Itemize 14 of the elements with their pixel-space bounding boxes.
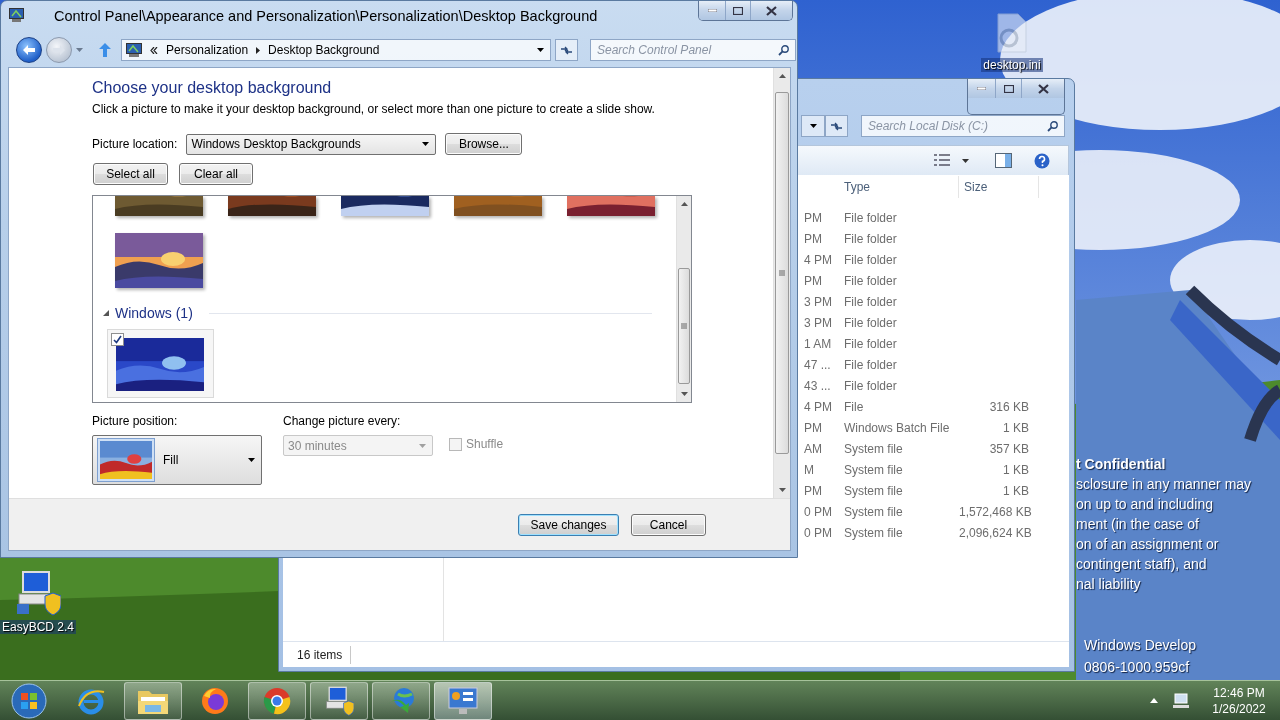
computer-shield-icon (324, 685, 354, 716)
taskbar-button[interactable] (124, 681, 182, 720)
start-button[interactable] (8, 681, 50, 720)
clock[interactable]: 12:46 PM 1/26/2022 (1204, 685, 1274, 716)
taskbar-button[interactable] (310, 681, 368, 720)
taskbar-button[interactable] (248, 681, 306, 720)
taskbar-button[interactable] (434, 681, 492, 720)
chrome-ball-icon (262, 685, 292, 716)
network-icon[interactable] (1172, 692, 1190, 709)
windows-orb-icon (11, 682, 47, 719)
taskbar-button[interactable] (372, 681, 430, 720)
control-panel-icon (448, 686, 478, 715)
fox-globe-icon (200, 685, 230, 716)
tray-expand-icon[interactable] (1150, 698, 1158, 703)
